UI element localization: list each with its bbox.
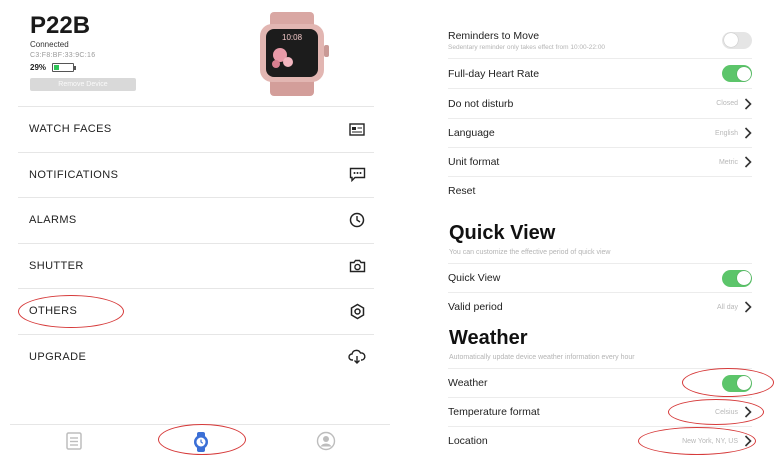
reminders-to-move-row: Reminders to Move Sedentary reminder onl… (448, 22, 752, 58)
language-row[interactable]: Language English (448, 118, 752, 147)
language-value-group: English (715, 127, 752, 139)
dnd-value-group: Closed (716, 97, 752, 110)
message-icon (348, 166, 366, 184)
location-row[interactable]: Location New York, NY, US (448, 426, 752, 455)
settings-gear-icon (348, 302, 366, 320)
chevron-right-icon (744, 97, 752, 110)
reset-label: Reset (448, 185, 476, 197)
location-label: Location (448, 435, 488, 447)
weather-subtitle: Automatically update device weather info… (449, 354, 635, 361)
battery-icon (52, 63, 77, 72)
menu-item-others[interactable]: OTHERS (18, 288, 374, 334)
watch-tab-icon[interactable] (190, 431, 212, 453)
quick-view-toggle[interactable] (722, 269, 752, 287)
do-not-disturb-row[interactable]: Do not disturb Closed (448, 88, 752, 118)
profile-icon[interactable] (316, 431, 338, 453)
clock-icon (348, 211, 366, 229)
chevron-right-icon (744, 406, 752, 418)
battery-row: 29% (30, 63, 77, 72)
bottom-tab-bar (10, 424, 390, 459)
menu-item-shutter[interactable]: SHUTTER (18, 242, 374, 289)
quick-view-title: Quick View (449, 222, 556, 244)
dnd-label: Do not disturb (448, 97, 514, 110)
watch-screen-time: 10:08 (282, 33, 303, 42)
weather-row: Weather (448, 368, 752, 397)
camera-icon (348, 257, 366, 275)
valid-period-value: All day (716, 303, 738, 311)
unit-value: Metric (718, 158, 738, 166)
watch-crown (324, 45, 329, 57)
toggle-knob (736, 271, 751, 285)
reminders-text: Reminders to Move Sedentary reminder onl… (448, 30, 605, 51)
quick-view-row: Quick View (448, 263, 752, 292)
menu-label: NOTIFICATIONS (29, 168, 119, 181)
cloud-download-icon (348, 348, 366, 366)
battery-fill (54, 65, 60, 70)
menu-item-watch-faces[interactable]: WATCH FACES (18, 106, 374, 152)
weather-label: Weather (448, 377, 488, 389)
weather-title: Weather (449, 327, 528, 349)
menu-label: WATCH FACES (29, 123, 112, 136)
period-value-group: All day (717, 301, 752, 313)
menu-label: ALARMS (29, 214, 77, 227)
reminders-subtitle: Sedentary reminder only takes effect fro… (448, 43, 606, 51)
temperature-format-label: Temperature format (448, 406, 540, 418)
toggle-knob (736, 376, 751, 390)
chevron-right-icon (744, 435, 752, 447)
valid-period-label: Valid period (448, 301, 503, 313)
dnd-value: Closed (716, 100, 738, 107)
device-mac-address: C3:F8:BF:33:9C:16 (30, 52, 96, 59)
location-value: New York, NY, US (682, 437, 738, 445)
watch-face-icon (348, 120, 366, 138)
device-panel: P22B Connected C3:F8:BF:33:9C:16 29% Rem… (0, 0, 392, 459)
unit-format-row[interactable]: Unit format Metric (448, 147, 752, 176)
chevron-right-icon (744, 301, 752, 313)
valid-period-row[interactable]: Valid period All day (448, 292, 752, 321)
menu-item-alarms[interactable]: ALARMS (18, 197, 374, 243)
temperature-format-row[interactable]: Temperature format Celsius (448, 397, 752, 426)
remove-device-button[interactable]: Remove Device (30, 78, 136, 91)
device-menu: WATCH FACES NOTIFICATIONS ALARMS SHUTTER… (18, 106, 374, 379)
quick-view-label: Quick View (448, 272, 501, 284)
menu-label: UPGRADE (29, 350, 87, 363)
language-value: English (715, 129, 738, 137)
unit-format-label: Unit format (448, 156, 500, 168)
list-icon[interactable] (64, 431, 86, 453)
temperature-format-value: Celsius (715, 408, 738, 416)
unit-value-group: Metric (719, 156, 752, 168)
language-label: Language (448, 127, 495, 139)
toggle-knob (736, 66, 751, 81)
reminders-toggle[interactable] (722, 31, 752, 49)
heart-rate-row: Full-day Heart Rate (448, 58, 752, 88)
menu-label: SHUTTER (29, 259, 84, 272)
heart-rate-label: Full-day Heart Rate (448, 67, 540, 80)
quick-view-subtitle: You can customize the effective period o… (449, 249, 611, 256)
chevron-right-icon (744, 127, 752, 139)
battery-percentage: 29% (30, 63, 47, 72)
menu-item-notifications[interactable]: NOTIFICATIONS (18, 151, 374, 198)
toggle-knob (723, 33, 738, 47)
device-name: P22B (30, 12, 91, 39)
location-value-group: New York, NY, US (682, 435, 752, 447)
connection-status: Connected (30, 40, 69, 49)
reminders-label: Reminders to Move (448, 29, 540, 42)
watch-image: 10:08 (252, 12, 342, 96)
temp-value-group: Celsius (715, 406, 752, 418)
heart-rate-toggle[interactable] (722, 65, 752, 82)
menu-item-upgrade[interactable]: UPGRADE (18, 333, 374, 380)
menu-label: OTHERS (29, 305, 78, 318)
chevron-right-icon (744, 156, 752, 168)
reset-row[interactable]: Reset (448, 176, 752, 205)
settings-panel: Reminders to Move Sedentary reminder onl… (440, 0, 774, 459)
weather-toggle[interactable] (722, 374, 752, 392)
